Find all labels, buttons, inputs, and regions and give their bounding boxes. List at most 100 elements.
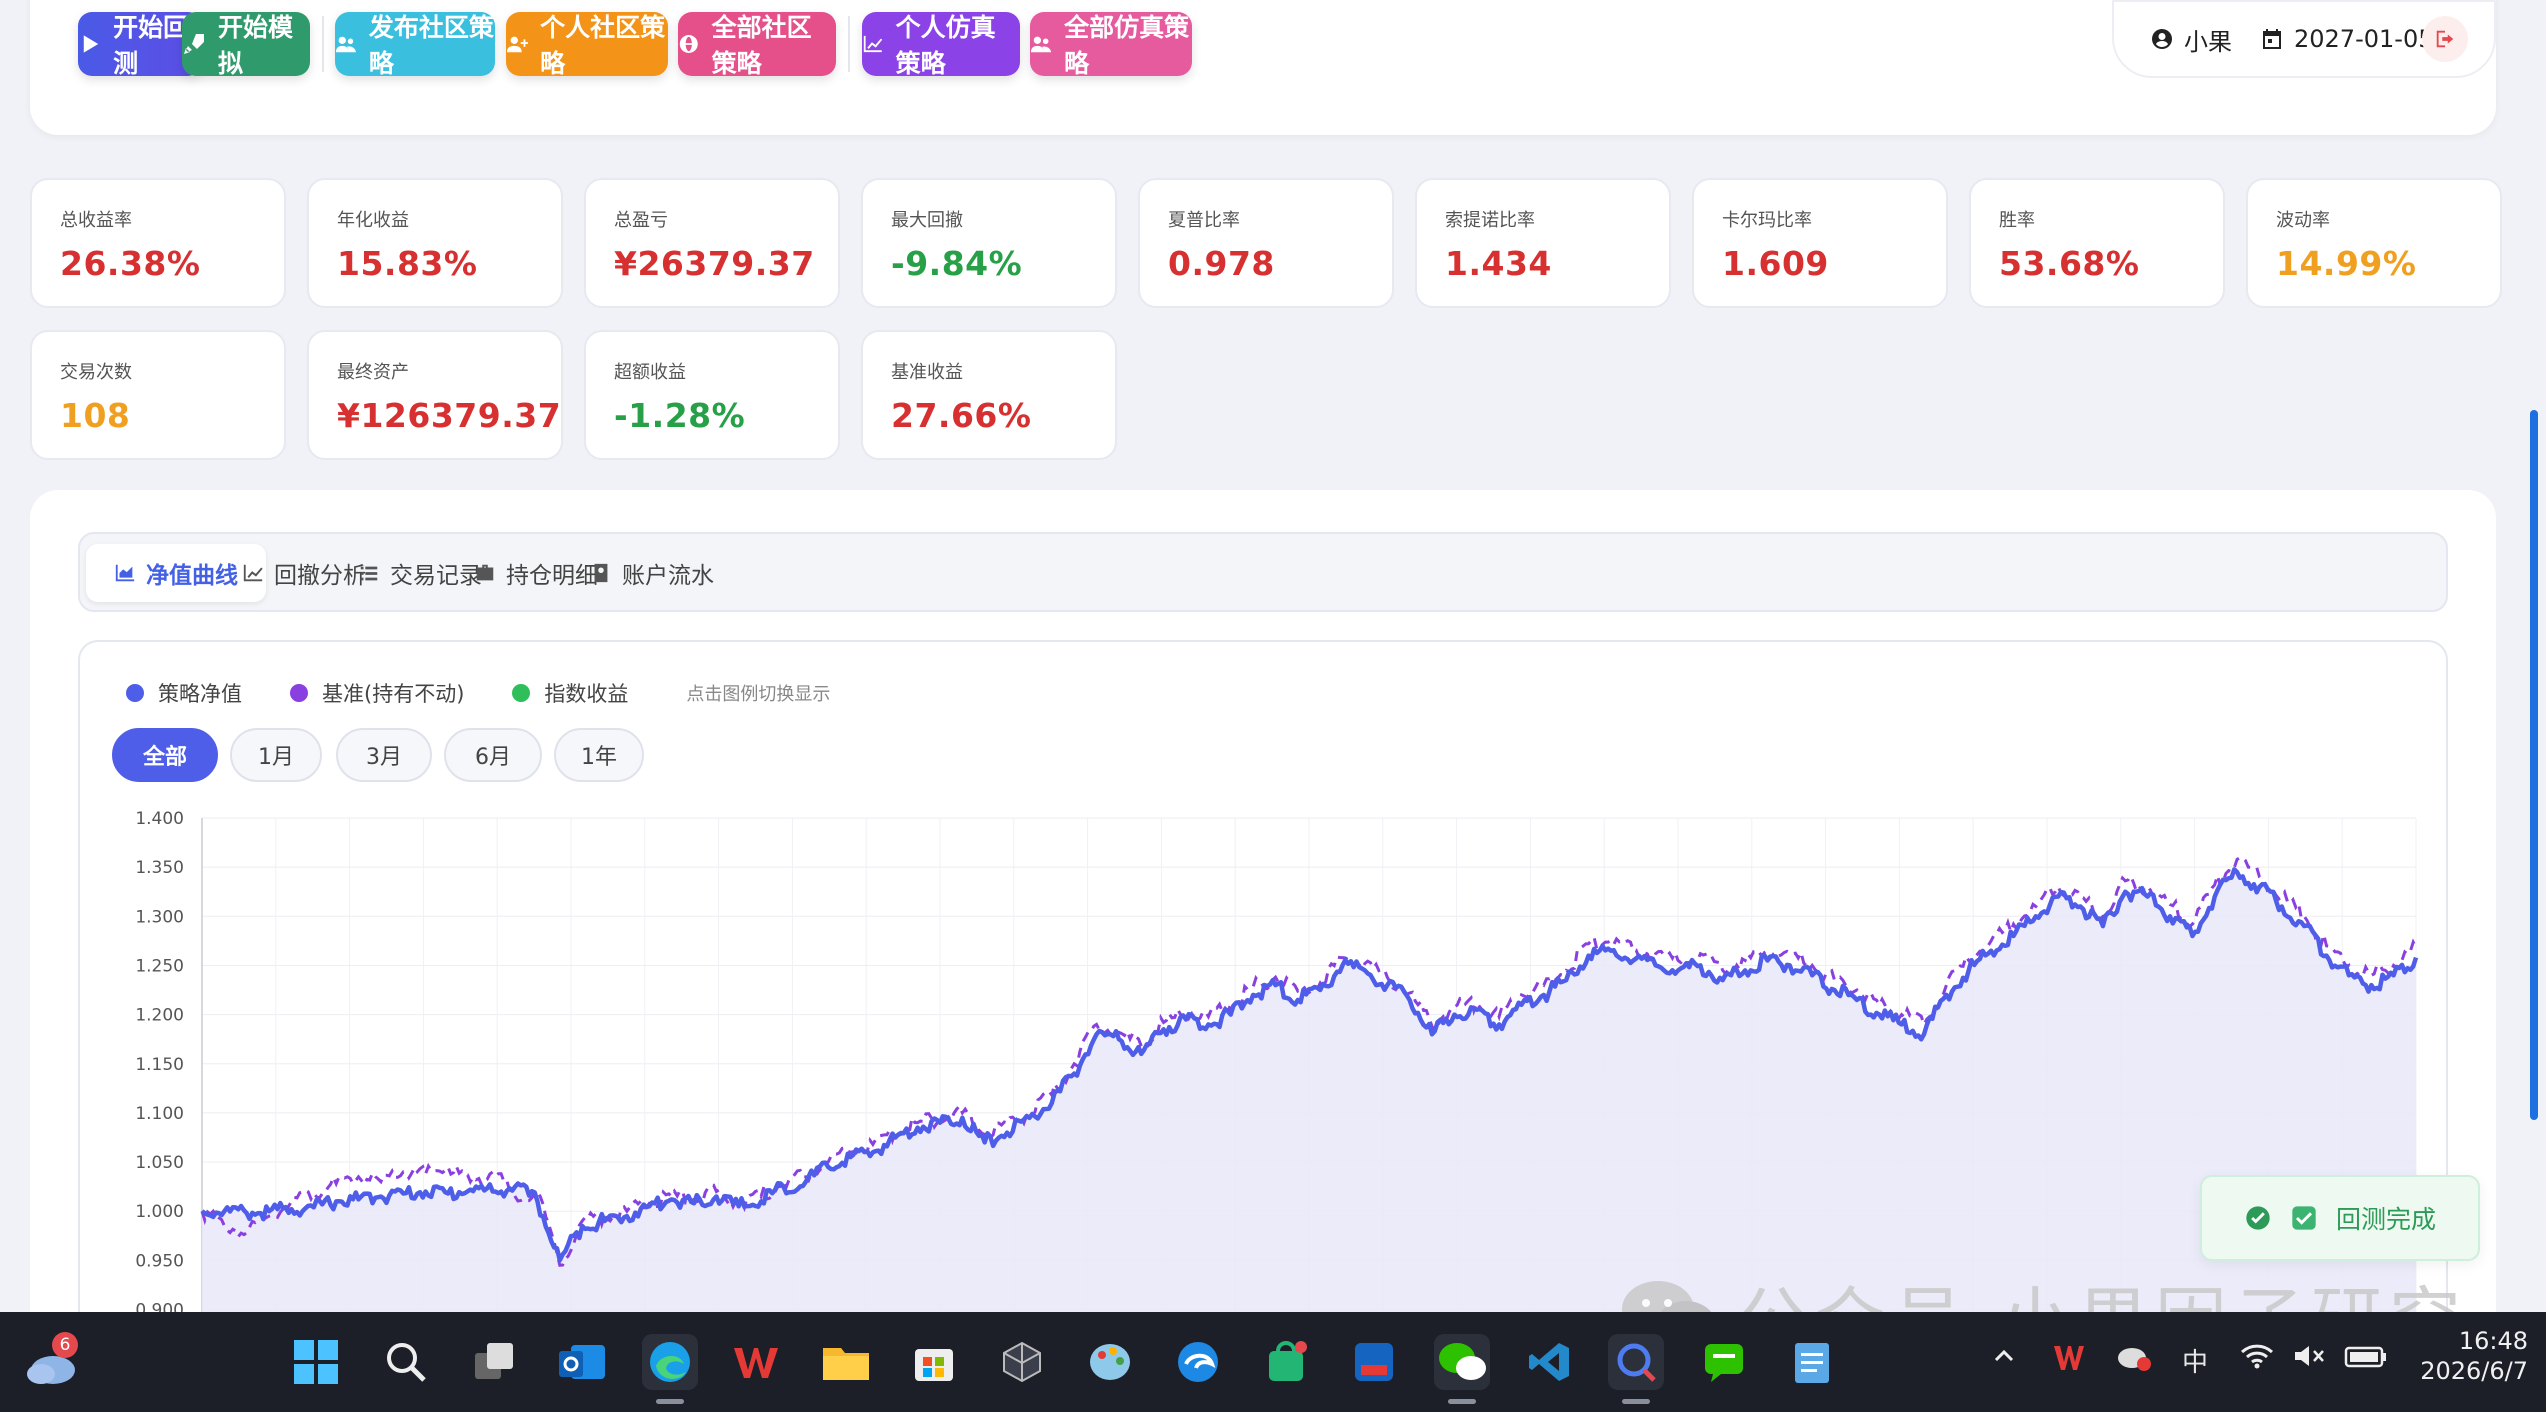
securities-app[interactable] bbox=[1346, 1334, 1402, 1390]
battery-icon[interactable] bbox=[2344, 1342, 2388, 1377]
page-scrollbar[interactable] bbox=[2530, 410, 2538, 1120]
metric-card-trade-count: 交易次数 108 bbox=[30, 330, 286, 460]
start-button[interactable] bbox=[288, 1334, 344, 1390]
clock-time: 16:48 bbox=[2458, 1327, 2528, 1355]
tray-overflow-chevron-icon[interactable] bbox=[1990, 1342, 2018, 1377]
search-icon bbox=[387, 1343, 426, 1382]
metric-card-annual-return: 年化收益 15.83% bbox=[307, 178, 563, 308]
nav-chart-container: 策略净值 基准(持有不动) 指数收益 点击图例切换显示 全部 1月 3月 6月 … bbox=[78, 640, 2448, 1312]
chat-app[interactable] bbox=[1696, 1334, 1752, 1390]
toast-text: 回测完成 bbox=[2336, 1205, 2437, 1234]
cube-icon bbox=[1003, 1341, 1041, 1383]
metric-card-win-rate: 胜率 53.68% bbox=[1969, 178, 2225, 308]
metric-value: ¥126379.37 bbox=[337, 396, 562, 435]
metric-label: 总收益率 bbox=[60, 210, 132, 231]
play-icon bbox=[83, 35, 99, 53]
metric-value: 108 bbox=[60, 396, 131, 435]
current-date: 2027-01-05 bbox=[2294, 25, 2434, 53]
check-circle-icon bbox=[2246, 1206, 2270, 1230]
all-community-strategy-label: 全部社区策略 bbox=[711, 13, 812, 78]
logout-icon bbox=[2436, 30, 2454, 48]
y-tick-label: 1.300 bbox=[135, 907, 184, 927]
vscode-app[interactable] bbox=[1522, 1334, 1578, 1390]
search-button[interactable] bbox=[378, 1334, 434, 1390]
y-tick-label: 1.100 bbox=[135, 1104, 184, 1124]
metric-value: 15.83% bbox=[337, 244, 478, 283]
metric-card-benchmark-return: 基准收益 27.66% bbox=[861, 330, 1117, 460]
wps-app[interactable] bbox=[728, 1334, 784, 1390]
ime-indicator[interactable]: 中 bbox=[2182, 1342, 2208, 1379]
metric-value: 1.609 bbox=[1722, 244, 1829, 283]
users-icon bbox=[1030, 36, 1052, 53]
metric-card-sharpe: 夏普比率 0.978 bbox=[1138, 178, 1394, 308]
all-sim-strategy-button[interactable]: 全部仿真策略 bbox=[1030, 12, 1192, 78]
personal-community-strategy-label: 个人社区策略 bbox=[540, 13, 666, 78]
task-view-button[interactable] bbox=[466, 1334, 522, 1390]
y-tick-label: 0.900 bbox=[135, 1301, 184, 1313]
calendar-icon bbox=[2263, 29, 2281, 49]
metric-card-total-return: 总收益率 26.38% bbox=[30, 178, 286, 308]
notepad-icon bbox=[1795, 1343, 1829, 1383]
backtest-complete-toast: 回测完成 bbox=[2200, 1175, 2480, 1261]
logout-button[interactable] bbox=[2422, 16, 2468, 62]
y-tick-label: 1.350 bbox=[135, 858, 184, 878]
metric-label: 索提诺比率 bbox=[1445, 210, 1535, 231]
outlook-icon bbox=[559, 1345, 605, 1379]
personal-sim-strategy-button[interactable]: 个人仿真策略 bbox=[862, 12, 1020, 78]
publish-community-strategy-button[interactable]: 发布社区策略 bbox=[335, 12, 495, 78]
windows-taskbar: 6 中 16:48 2026/6/7 bbox=[0, 1312, 2546, 1412]
system-clock[interactable]: 16:48 2026/6/7 bbox=[2408, 1326, 2528, 1386]
wps-icon bbox=[734, 1348, 778, 1378]
tab-account-flow[interactable]: 账户流水 bbox=[562, 544, 742, 602]
wechat-app[interactable] bbox=[1434, 1334, 1490, 1404]
cube-app[interactable] bbox=[994, 1334, 1050, 1390]
personal-community-strategy-button[interactable]: 个人社区策略 bbox=[506, 12, 668, 78]
y-tick-label: 1.000 bbox=[135, 1202, 184, 1222]
tray-cloud-sync-icon[interactable] bbox=[2116, 1342, 2152, 1379]
paint-app[interactable] bbox=[1082, 1334, 1138, 1390]
folder-icon bbox=[823, 1348, 869, 1380]
users-icon bbox=[335, 36, 356, 53]
line-chart-icon bbox=[243, 564, 263, 582]
publish-community-strategy-label: 发布社区策略 bbox=[368, 13, 494, 78]
checkbox-icon bbox=[2292, 1206, 2316, 1230]
metric-card-final-assets: 最终资产 ¥126379.37 bbox=[307, 330, 563, 460]
browser-ai-icon bbox=[1178, 1342, 1218, 1382]
qclaw-app[interactable] bbox=[1608, 1334, 1664, 1404]
chart-line-icon bbox=[863, 35, 883, 53]
tray-wps-icon[interactable] bbox=[2052, 1342, 2086, 1379]
area-chart-icon bbox=[115, 564, 135, 582]
metric-value: 0.978 bbox=[1168, 244, 1275, 283]
volume-muted-icon[interactable] bbox=[2292, 1342, 2326, 1377]
metric-value: 26.38% bbox=[60, 244, 201, 283]
ledger-icon bbox=[594, 563, 608, 583]
notepad-app[interactable] bbox=[1784, 1334, 1840, 1390]
metric-value: -1.28% bbox=[614, 396, 746, 435]
start-simulation-button[interactable]: 开始模拟 bbox=[182, 12, 310, 78]
metric-label: 最终资产 bbox=[337, 362, 409, 383]
ms-store-app[interactable] bbox=[906, 1334, 962, 1390]
metric-label: 交易次数 bbox=[60, 362, 132, 383]
bag-app[interactable] bbox=[1258, 1334, 1314, 1390]
metric-label: 最大回撤 bbox=[891, 210, 963, 231]
edge-ai-app[interactable] bbox=[1170, 1334, 1226, 1390]
watermark-text: 公众号·小果因子研究 bbox=[1736, 1262, 2467, 1312]
tab-label: 账户流水 bbox=[622, 563, 714, 589]
store-icon bbox=[915, 1349, 953, 1381]
task-view-icon bbox=[475, 1343, 513, 1379]
file-explorer-app[interactable] bbox=[818, 1334, 874, 1390]
metric-value: ¥26379.37 bbox=[614, 244, 815, 283]
metric-card-excess-return: 超额收益 -1.28% bbox=[584, 330, 840, 460]
outlook-app[interactable] bbox=[554, 1334, 610, 1390]
results-panel: 净值曲线 回撤分析 交易记录 持仓明细 账户流水 策略净值 基准(持有不动) 指… bbox=[30, 490, 2496, 1312]
all-community-strategy-button[interactable]: 全部社区策略 bbox=[678, 12, 836, 78]
metric-value: 14.99% bbox=[2276, 244, 2417, 283]
metric-value: 53.68% bbox=[1999, 244, 2140, 283]
search-assistant-icon bbox=[1617, 1343, 1656, 1382]
metric-label: 总盈亏 bbox=[614, 210, 668, 231]
metric-label: 波动率 bbox=[2276, 210, 2330, 231]
wechat-icon bbox=[1439, 1343, 1486, 1380]
edge-icon bbox=[650, 1342, 690, 1382]
wifi-icon[interactable] bbox=[2240, 1342, 2274, 1377]
edge-app[interactable] bbox=[642, 1334, 698, 1404]
